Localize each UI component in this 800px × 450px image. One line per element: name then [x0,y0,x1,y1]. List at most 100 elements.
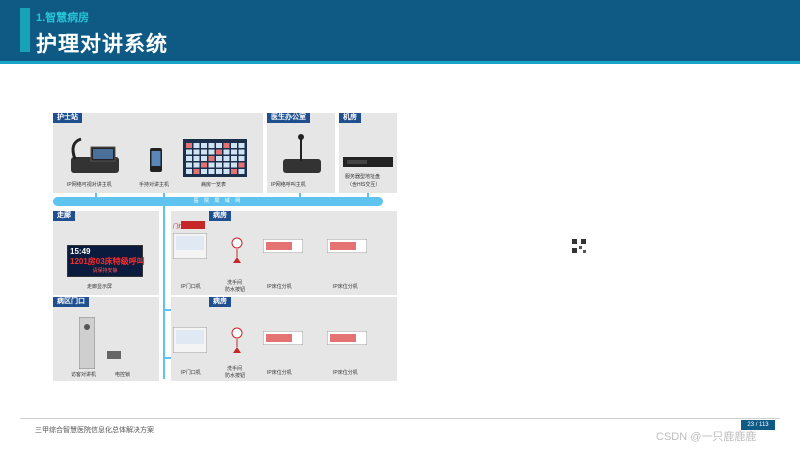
watermark: CSDN @一只鹿鹿鹿 [656,431,757,443]
doctor-host-label: IP网络呼叫主机 [271,182,306,188]
ward-board-cell [208,169,215,174]
bath-button-icon [231,237,243,263]
ward-board-cell [186,162,192,168]
link-doctor [299,193,301,199]
ward-board-cell [216,156,222,161]
system-diagram: 护士站 IP网络可视对讲主机 手持对讲主机 病房一览表 医生办公室 IP网络呼叫… [53,113,397,381]
slide-title: 护理对讲系统 [36,33,168,56]
ward-board-cell [193,143,200,148]
screen-message: 1201房03床特级呼叫 [70,257,145,266]
panel-tag-corridor: 走廊 [53,211,75,221]
door-unit-icon [173,233,207,259]
bed-unit-label-1b: IP床位分机 [333,284,358,290]
bed-unit-label-2a: IP床位分机 [267,370,292,376]
lock-icon [107,351,121,359]
ward-board-cell [208,162,215,168]
bed-unit-icon-1b [327,239,367,253]
ward-board-cell [208,149,215,155]
ward-board-cell [216,143,222,148]
bed-unit-label-2b: IP床位分机 [333,370,358,376]
panel-machine-room: 机房 服务器型地址盘 （含HIS交互） [339,113,397,193]
ward-board-cell [231,149,237,155]
corridor-screen: 15:49 1201房03床特级呼叫 请保持安静 [67,245,145,277]
nurse-host-label: IP网络可视对讲主机 [67,182,112,188]
panel-tag-entrance: 病区门口 [53,297,89,307]
handheld-label: 手持对讲主机 [139,182,170,188]
link-nurse [95,193,97,199]
ward-board-cell [186,169,192,174]
panel-tag-machine-room: 机房 [339,113,361,123]
panel-nurse-station: 护士站 IP网络可视对讲主机 手持对讲主机 病房一览表 [53,113,263,193]
slide-header: 1.智慧病房 护理对讲系统 [0,0,800,64]
panel-tag-doctor-office: 医生办公室 [267,113,310,123]
panel-tag-ward-2: 病房 [209,297,231,307]
panel-entrance: 病区门口 访客对讲机 电控锁 [53,297,159,381]
panel-tag-nurse-station: 护士站 [53,113,82,123]
ward-board-icon [183,139,247,177]
intercom-icon [79,317,95,369]
screen-sub: 请保持安静 [92,268,118,274]
trunk-line [163,193,165,379]
ward-board-cell [231,156,237,161]
bed-unit-icon-2a [263,331,303,345]
nurse-host-icon [71,137,119,173]
handheld-icon [150,148,162,172]
ward-board-cell [216,149,222,155]
ward-board-cell [201,143,207,148]
qr-code-icon [571,238,587,254]
section-label: 1.智慧病房 [36,12,90,24]
ward-board-cell [208,156,215,161]
header-accent-bar [20,8,30,52]
ward-board-cell [193,169,200,174]
corridor-screen-label: 走廊显示屏 [87,284,113,290]
footer-divider [20,418,780,419]
bed-unit-icon-1a [263,239,303,253]
hospital-lan-bus: 医 院 局 域 网 [53,197,383,206]
header-stripe [0,61,800,64]
door-unit-icon-2 [173,327,207,353]
ward-board-cell [186,143,192,148]
ward-board-cell [201,162,207,168]
ward-board-cell [193,162,200,168]
ward-board-cell [223,149,230,155]
panel-tag-ward-1: 病房 [209,211,231,221]
ward-board-cell [201,156,207,161]
link-ward1 [163,309,171,311]
panel-doctor-office: 医生办公室 IP网络呼叫主机 [267,113,335,193]
ward-board-cell [193,149,200,155]
ward-board-cell [186,156,192,161]
hospital-lan-label: 医 院 局 域 网 [193,198,243,204]
link-ward2 [163,357,171,359]
server-label: 服务器型地址盘 [345,174,381,180]
ward-board-cell [231,169,237,174]
server-icon [343,157,393,167]
intercom-label: 访客对讲机 [71,372,97,378]
ward-board-cell [238,156,245,161]
bed-unit-icon-2b [327,331,367,345]
ward-board-label: 病房一览表 [201,182,227,188]
bath-button-label-2b: 防水按钮 [225,373,246,379]
door-unit-label-2: IP门口机 [181,370,201,376]
panel-ward-2: 病房 IP门口机 洗手间 防水按钮 IP床位分机 IP床位分机 [171,297,397,381]
footer-text: 三甲综合智慧医院信息化总体解决方案 [35,427,154,434]
ward-board-cell [231,143,237,148]
ward-board-cell [223,169,230,174]
ward-board-cell [193,156,200,161]
ward-board-cell [238,143,245,148]
bed-unit-label-1a: IP床位分机 [267,284,292,290]
ward-board-cell [238,149,245,155]
door-unit-label-1: IP门口机 [181,284,201,290]
bath-button-label-1b: 防水按钮 [225,287,246,293]
lock-label: 电控锁 [115,372,131,378]
ward-board-cell [216,169,222,174]
ward-board-cell [186,149,192,155]
ward-board-cell [238,169,245,174]
ward-board-cell [216,162,222,168]
bath-button-label-1a: 洗手间 [227,280,243,286]
ward-board-cell [223,156,230,161]
ward-board-cell [201,169,207,174]
door-light-icon [181,221,205,229]
ward-board-cell [223,143,230,148]
ward-board-cell [231,162,237,168]
panel-ward-1: 病房 门灯 IP门口机 洗手间 防水按钮 IP床位分机 IP床位分机 [171,211,397,295]
